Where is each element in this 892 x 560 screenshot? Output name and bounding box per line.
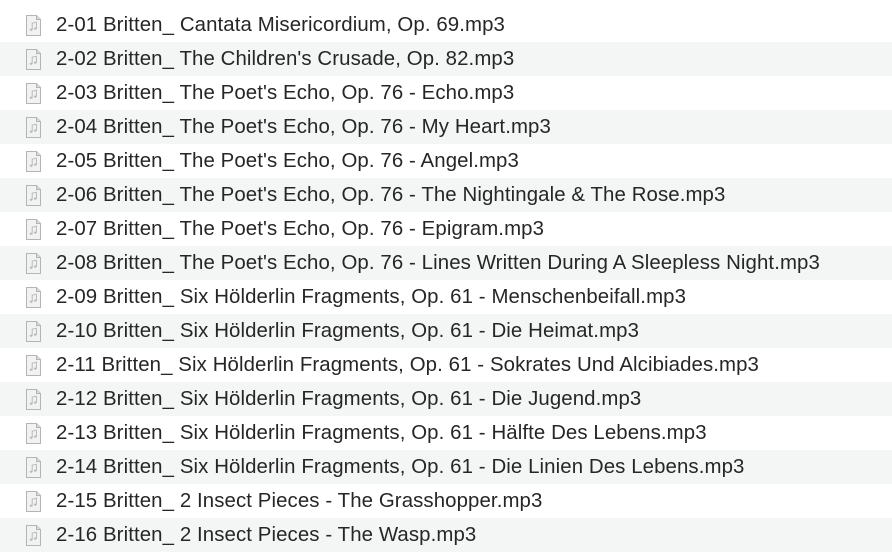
file-name: 2-04 Britten_ The Poet's Echo, Op. 76 - … xyxy=(56,115,551,138)
file-row[interactable]: 2-09 Britten_ Six Hölderlin Fragments, O… xyxy=(0,280,892,314)
audio-file-icon xyxy=(26,524,41,546)
audio-file-icon xyxy=(26,388,41,410)
audio-file-icon xyxy=(26,456,41,478)
file-name: 2-03 Britten_ The Poet's Echo, Op. 76 - … xyxy=(56,81,515,104)
file-name: 2-16 Britten_ 2 Insect Pieces - The Wasp… xyxy=(56,523,477,546)
file-name: 2-06 Britten_ The Poet's Echo, Op. 76 - … xyxy=(56,183,726,206)
file-row[interactable]: 2-03 Britten_ The Poet's Echo, Op. 76 - … xyxy=(0,76,892,110)
file-row[interactable]: 2-14 Britten_ Six Hölderlin Fragments, O… xyxy=(0,450,892,484)
file-name: 2-15 Britten_ 2 Insect Pieces - The Gras… xyxy=(56,489,543,512)
audio-file-icon xyxy=(26,354,41,376)
audio-file-icon xyxy=(26,48,41,70)
audio-file-icon xyxy=(26,252,41,274)
audio-file-icon xyxy=(26,320,41,342)
file-row[interactable]: 2-15 Britten_ 2 Insect Pieces - The Gras… xyxy=(0,484,892,518)
file-row[interactable]: 2-10 Britten_ Six Hölderlin Fragments, O… xyxy=(0,314,892,348)
file-row[interactable]: 2-04 Britten_ The Poet's Echo, Op. 76 - … xyxy=(0,110,892,144)
file-row[interactable]: 2-16 Britten_ 2 Insect Pieces - The Wasp… xyxy=(0,518,892,552)
file-name: 2-12 Britten_ Six Hölderlin Fragments, O… xyxy=(56,387,642,410)
file-name: 2-02 Britten_ The Children's Crusade, Op… xyxy=(56,47,515,70)
audio-file-icon xyxy=(26,286,41,308)
audio-file-icon xyxy=(26,82,41,104)
file-row[interactable]: 2-01 Britten_ Cantata Misericordium, Op.… xyxy=(0,8,892,42)
audio-file-icon xyxy=(26,150,41,172)
file-name: 2-11 Britten_ Six Hölderlin Fragments, O… xyxy=(56,353,759,376)
file-row[interactable]: 2-08 Britten_ The Poet's Echo, Op. 76 - … xyxy=(0,246,892,280)
file-row[interactable]: 2-12 Britten_ Six Hölderlin Fragments, O… xyxy=(0,382,892,416)
file-list: 2-01 Britten_ Cantata Misericordium, Op.… xyxy=(0,8,892,552)
audio-file-icon xyxy=(26,14,41,36)
file-name: 2-10 Britten_ Six Hölderlin Fragments, O… xyxy=(56,319,640,342)
file-row[interactable]: 2-06 Britten_ The Poet's Echo, Op. 76 - … xyxy=(0,178,892,212)
file-name: 2-13 Britten_ Six Hölderlin Fragments, O… xyxy=(56,421,707,444)
file-name: 2-09 Britten_ Six Hölderlin Fragments, O… xyxy=(56,285,687,308)
audio-file-icon xyxy=(26,422,41,444)
file-name: 2-01 Britten_ Cantata Misericordium, Op.… xyxy=(56,13,505,36)
file-row[interactable]: 2-13 Britten_ Six Hölderlin Fragments, O… xyxy=(0,416,892,450)
audio-file-icon xyxy=(26,218,41,240)
file-row[interactable]: 2-11 Britten_ Six Hölderlin Fragments, O… xyxy=(0,348,892,382)
audio-file-icon xyxy=(26,184,41,206)
file-row[interactable]: 2-05 Britten_ The Poet's Echo, Op. 76 - … xyxy=(0,144,892,178)
audio-file-icon xyxy=(26,116,41,138)
file-row[interactable]: 2-02 Britten_ The Children's Crusade, Op… xyxy=(0,42,892,76)
file-name: 2-08 Britten_ The Poet's Echo, Op. 76 - … xyxy=(56,251,820,274)
file-name: 2-14 Britten_ Six Hölderlin Fragments, O… xyxy=(56,455,745,478)
file-name: 2-05 Britten_ The Poet's Echo, Op. 76 - … xyxy=(56,149,519,172)
file-name: 2-07 Britten_ The Poet's Echo, Op. 76 - … xyxy=(56,217,545,240)
file-row[interactable]: 2-07 Britten_ The Poet's Echo, Op. 76 - … xyxy=(0,212,892,246)
audio-file-icon xyxy=(26,490,41,512)
